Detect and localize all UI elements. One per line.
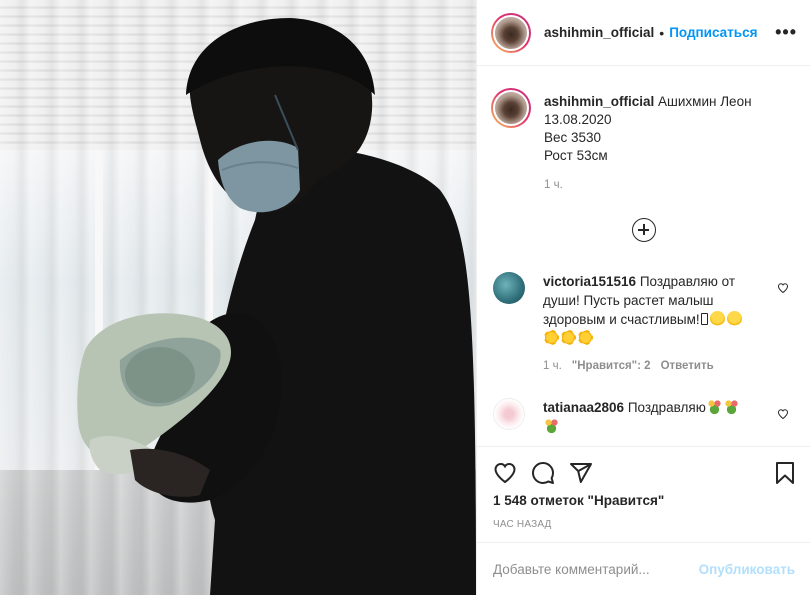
more-icon[interactable]: •••	[775, 22, 797, 43]
comment-input[interactable]	[493, 561, 699, 577]
comment-time[interactable]: 1 ч.	[543, 360, 562, 372]
comment-icon[interactable]	[531, 461, 555, 485]
comment: tatianaa2806 Поздравляю	[493, 398, 793, 436]
post-comment-button[interactable]: Опубликовать	[699, 562, 795, 577]
sunflower-icon	[578, 330, 593, 345]
caption-avatar[interactable]	[491, 88, 531, 128]
caption-line-2: 13.08.2020	[544, 112, 612, 127]
comment-avatar[interactable]	[493, 272, 525, 304]
comment-heart-icon[interactable]	[777, 408, 789, 420]
heart-icon[interactable]	[493, 461, 517, 485]
comment-text: Поздравляю	[627, 400, 706, 415]
comment: victoria151516 Поздравляю от души! Пусть…	[493, 272, 793, 372]
bouquet-icon	[723, 399, 739, 414]
load-more-icon[interactable]	[632, 218, 656, 242]
action-bar: 1 548 отметок "Нравится" ЧАС НАЗАД	[477, 446, 810, 542]
caption-username[interactable]: ashihmin_official	[544, 94, 654, 109]
sunflower-icon	[561, 330, 576, 345]
reply-button[interactable]: Ответить	[661, 360, 714, 372]
comment-heart-icon[interactable]	[777, 282, 789, 294]
bookmark-icon[interactable]	[773, 461, 797, 485]
comment-avatar[interactable]	[493, 398, 525, 430]
hatching-chick-icon	[726, 311, 742, 326]
separator-dot: •	[659, 24, 665, 41]
bouquet-icon	[706, 399, 722, 414]
avatar[interactable]	[491, 12, 531, 53]
caption-line-1: Ашихмин Леон	[658, 94, 752, 109]
post-header: ashihmin_official • Подписаться •••	[477, 0, 810, 66]
follow-button[interactable]: Подписаться	[669, 25, 757, 40]
father-silhouette	[77, 18, 476, 595]
post-photo[interactable]	[0, 0, 476, 595]
missing-glyph-icon	[700, 313, 708, 325]
post-sidebar: ashihmin_official • Подписаться ••• ashi…	[476, 0, 810, 595]
caption-line-4: Рост 53см	[544, 148, 608, 163]
comment-username[interactable]: tatianaa2806	[543, 400, 624, 415]
caption: ashihmin_official Ашихмин Леон 13.08.202…	[491, 88, 801, 191]
comment-likes[interactable]: "Нравится": 2	[572, 360, 651, 372]
header-username[interactable]: ashihmin_official	[544, 25, 654, 40]
comment-username[interactable]: victoria151516	[543, 274, 636, 289]
baby-chick-icon	[709, 311, 725, 326]
caption-time[interactable]: 1 ч.	[544, 179, 801, 191]
share-icon[interactable]	[569, 461, 593, 485]
likes-count[interactable]: 1 548 отметок "Нравится"	[493, 493, 664, 508]
add-comment-bar: Опубликовать	[477, 542, 810, 595]
sunflower-icon	[544, 330, 559, 345]
bouquet-icon	[544, 418, 559, 433]
post-time[interactable]: ЧАС НАЗАД	[493, 519, 552, 530]
caption-line-3: Вес 3530	[544, 130, 602, 145]
